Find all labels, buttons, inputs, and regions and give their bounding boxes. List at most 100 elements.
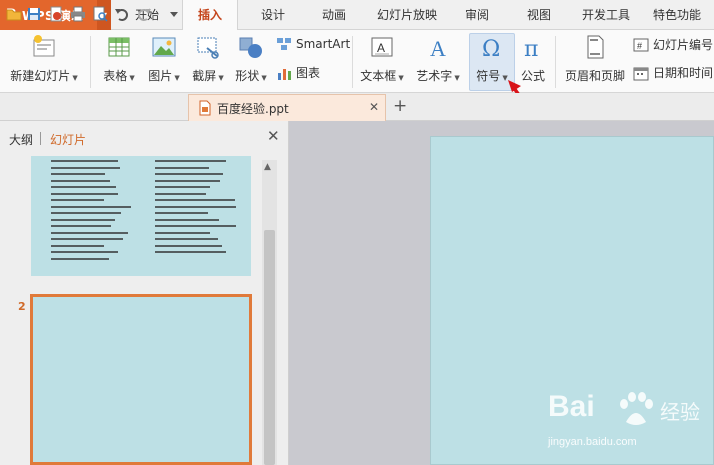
chart-label: 图表 bbox=[296, 66, 321, 80]
watermark-url: jingyan.baidu.com bbox=[548, 436, 637, 448]
slides-scrollbar[interactable]: ▲ bbox=[262, 160, 277, 465]
thumbnail-text-line bbox=[155, 244, 223, 247]
picture-icon bbox=[151, 34, 177, 60]
thumbnail-text-line bbox=[51, 212, 122, 214]
tab-review[interactable]: 审阅 bbox=[452, 0, 502, 30]
date-time-button[interactable]: 日期和时间 bbox=[633, 64, 713, 81]
caret-down-icon: ▼ bbox=[174, 74, 180, 82]
new-slide-label: 新建幻灯片 bbox=[10, 69, 71, 83]
thumbnail-text-line bbox=[155, 212, 209, 214]
slide-number-2: 2 bbox=[18, 300, 26, 313]
thumbnail-text-line bbox=[51, 179, 110, 182]
textbox-button[interactable]: A 文本框 ▼ bbox=[356, 30, 408, 84]
new-tab-icon[interactable]: + bbox=[393, 96, 407, 116]
ribbon-separator bbox=[555, 36, 556, 88]
print-preview-icon[interactable] bbox=[92, 6, 108, 22]
screenshot-button[interactable]: 截屏 ▼ bbox=[187, 30, 229, 84]
ribbon-separator bbox=[90, 36, 91, 88]
document-tab-name: 百度经验.ppt bbox=[217, 101, 289, 116]
slide-thumbnail-1[interactable] bbox=[31, 156, 251, 276]
thumbnail-text-line bbox=[155, 231, 211, 234]
shape-button[interactable]: 形状 ▼ bbox=[230, 30, 272, 84]
open-folder-icon[interactable] bbox=[6, 6, 22, 22]
tab-slides[interactable]: 幻灯片 bbox=[50, 131, 86, 148]
smartart-button[interactable]: SmartArt bbox=[276, 36, 350, 52]
thumbnail-text-line bbox=[51, 160, 118, 162]
chart-button[interactable]: 图表 bbox=[276, 64, 320, 81]
symbol-button[interactable]: Ω 符号 ▼ bbox=[470, 30, 514, 84]
new-slide-button[interactable]: 新建幻灯片 ▼ bbox=[6, 30, 82, 84]
thumbnail-text-line bbox=[155, 251, 227, 253]
slide-number-button[interactable]: # 幻灯片编号 bbox=[633, 36, 713, 53]
tab-features[interactable]: 特色功能 bbox=[646, 0, 708, 30]
formula-button[interactable]: π 公式 bbox=[516, 30, 550, 84]
close-tab-icon[interactable]: ✕ bbox=[369, 100, 379, 114]
shape-icon bbox=[238, 34, 264, 60]
thumbnail-text-line bbox=[51, 186, 117, 188]
save-icon[interactable] bbox=[26, 6, 42, 22]
thumbnail-text-line bbox=[51, 257, 110, 260]
svg-text:Ω: Ω bbox=[482, 37, 500, 60]
caret-down-icon: ▼ bbox=[454, 74, 460, 82]
tab-developer[interactable]: 开发工具 bbox=[576, 0, 636, 30]
tab-animation[interactable]: 动画 bbox=[308, 0, 360, 30]
watermark-brand: Bai bbox=[548, 390, 595, 423]
thumbnail-text-line bbox=[51, 205, 131, 208]
svg-text:A: A bbox=[377, 41, 385, 55]
thumbnail-text-line bbox=[155, 199, 235, 201]
thumbnail-text-line bbox=[155, 173, 223, 175]
shape-label: 形状 bbox=[235, 69, 260, 83]
thumbnail-text-line bbox=[51, 231, 128, 234]
thumbnail-text-line bbox=[51, 166, 121, 169]
thumbnail-text-line bbox=[155, 205, 236, 208]
slide-number-icon: # bbox=[633, 37, 649, 53]
paw-logo-icon bbox=[620, 392, 653, 425]
smartart-label: SmartArt bbox=[296, 37, 351, 51]
screenshot-icon bbox=[195, 34, 221, 60]
scroll-up-icon[interactable]: ▲ bbox=[264, 162, 271, 172]
redo-icon[interactable] bbox=[136, 6, 152, 22]
wordart-icon: A bbox=[425, 34, 451, 61]
tab-outline[interactable]: 大纲 bbox=[9, 131, 33, 148]
svg-text:A: A bbox=[430, 36, 446, 60]
tab-insert[interactable]: 插入 bbox=[182, 0, 238, 31]
svg-text:#: # bbox=[637, 41, 642, 51]
close-pane-icon[interactable]: ✕ bbox=[267, 127, 280, 145]
tab-design[interactable]: 设计 bbox=[248, 0, 298, 30]
caret-down-icon: ▼ bbox=[261, 74, 267, 82]
thumbnail-text-line bbox=[155, 225, 236, 227]
header-footer-button[interactable]: 页眉和页脚 bbox=[563, 30, 627, 84]
pane-tabs: 大纲 幻灯片 ✕ bbox=[0, 121, 289, 155]
tab-view[interactable]: 视图 bbox=[514, 0, 564, 30]
textbox-icon: A bbox=[369, 34, 395, 60]
quick-access-dropdown-icon[interactable] bbox=[166, 6, 182, 22]
caret-down-icon: ▼ bbox=[129, 74, 135, 82]
watermark-brand-cn: 经验 bbox=[660, 400, 700, 424]
pi-formula-icon: π bbox=[520, 34, 546, 62]
tab-slideshow[interactable]: 幻灯片放映 bbox=[370, 0, 444, 30]
table-label: 表格 bbox=[103, 69, 128, 83]
table-button[interactable]: 表格 ▼ bbox=[98, 30, 140, 84]
document-tab[interactable]: 百度经验.ppt ✕ bbox=[188, 94, 386, 121]
thumbnail-text-line bbox=[51, 192, 119, 195]
svg-text:π: π bbox=[524, 37, 538, 60]
pane-tab-divider bbox=[40, 132, 41, 145]
table-icon bbox=[106, 34, 132, 60]
undo-icon[interactable] bbox=[114, 6, 130, 22]
wordart-button[interactable]: A 艺术字 ▼ bbox=[411, 30, 465, 84]
caret-down-icon: ▼ bbox=[398, 74, 404, 82]
print-icon[interactable] bbox=[70, 6, 86, 22]
textbox-label: 文本框 bbox=[360, 69, 397, 83]
thumbnail-text-line bbox=[51, 251, 119, 253]
thumbnail-text-line bbox=[155, 238, 218, 240]
caret-down-icon: ▼ bbox=[72, 74, 78, 82]
wordart-label: 艺术字 bbox=[416, 69, 453, 83]
thumbnail-text-line bbox=[51, 199, 105, 201]
picture-button[interactable]: 图片 ▼ bbox=[143, 30, 185, 84]
ppt-file-icon bbox=[199, 100, 211, 116]
thumbnail-text-line bbox=[51, 244, 104, 247]
scrollbar-thumb[interactable] bbox=[264, 230, 275, 465]
header-footer-label: 页眉和页脚 bbox=[564, 69, 625, 83]
export-pdf-icon[interactable] bbox=[48, 6, 64, 22]
slide-thumbnail-2[interactable] bbox=[30, 294, 252, 465]
